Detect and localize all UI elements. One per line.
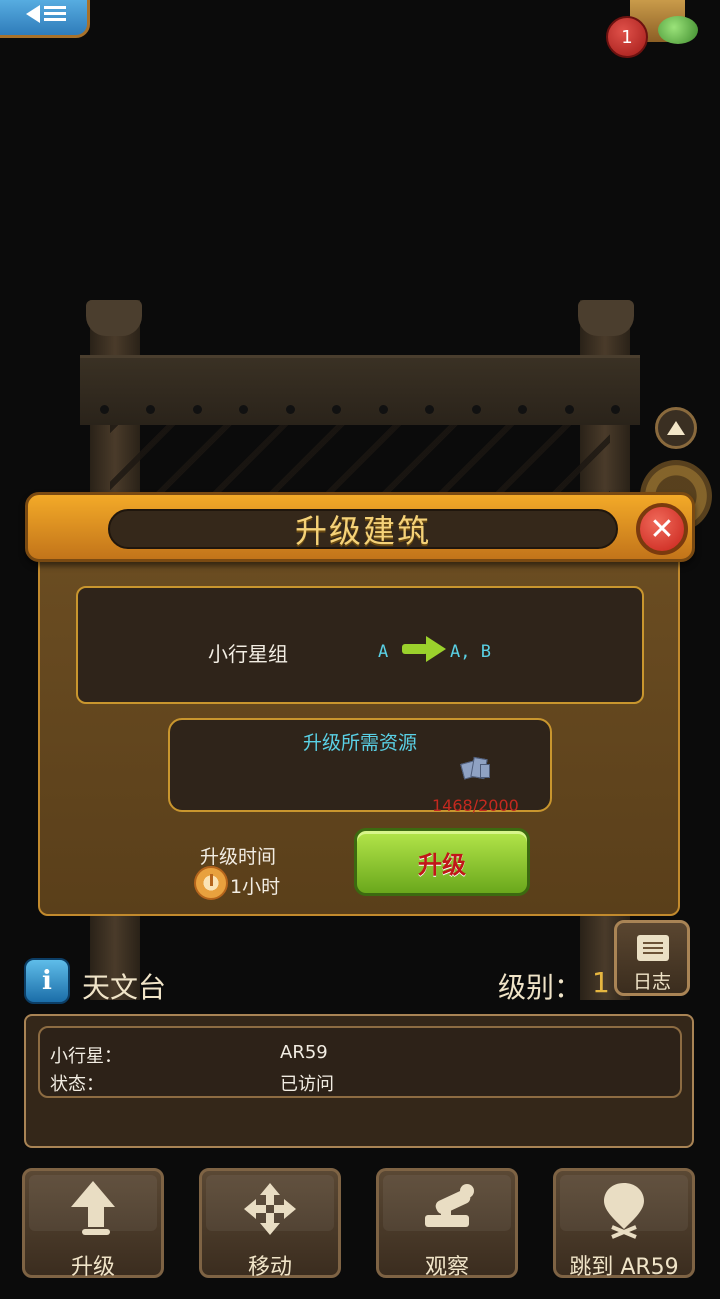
telescope-icon xyxy=(425,1184,474,1227)
clock-icon xyxy=(194,866,228,900)
dialog-title-bar: 升级建筑 xyxy=(108,509,618,550)
level-value: 1 xyxy=(592,966,610,999)
info-icon[interactable]: i xyxy=(24,958,70,1004)
log-button[interactable]: 日志 xyxy=(614,920,690,996)
status-value: 已访问 xyxy=(280,1074,334,1095)
upgrade-button[interactable]: 升级 xyxy=(354,828,530,896)
resource-count: 1468/2000 xyxy=(432,796,519,815)
back-arrow-icon xyxy=(26,5,40,23)
arrow-right-icon xyxy=(402,636,446,662)
toolbar-observe-label: 观察 xyxy=(424,1255,469,1280)
toolbar-jump-label: 跳到 AR59 xyxy=(569,1255,679,1280)
building-info-panel: 小行星： AR59 状态： 已访问 xyxy=(24,1014,694,1148)
pillar-cap-right xyxy=(578,300,634,336)
pillar-cap-left xyxy=(86,300,142,336)
toolbar-observe-button[interactable]: 观察 xyxy=(376,1168,518,1280)
toolbar-move-button[interactable]: 移动 xyxy=(199,1168,341,1280)
move-arrows-icon xyxy=(244,1183,296,1235)
dialog-header: 升级建筑 ✕ xyxy=(25,492,695,562)
upgrade-arrow-icon xyxy=(71,1181,115,1207)
toolbar-upgrade-label: 升级 xyxy=(70,1255,115,1280)
resources-panel: 升级所需资源 1468/2000 xyxy=(168,718,552,815)
toolbar-move-label: 移动 xyxy=(247,1255,292,1280)
triangle-up-icon xyxy=(667,421,685,435)
document-icon xyxy=(637,935,669,961)
log-button-label: 日志 xyxy=(632,971,671,993)
info-rows: 小行星： AR59 状态： 已访问 xyxy=(38,1026,682,1098)
building-label: 小行星组 xyxy=(208,642,288,666)
upgrade-time-label: 升级时间 xyxy=(200,846,277,868)
notification-badge: 1 xyxy=(606,16,648,58)
asteroid-label: 小行星： xyxy=(50,1046,122,1067)
upgrade-button-label: 升级 xyxy=(418,850,466,879)
close-icon: ✕ xyxy=(649,511,675,547)
level-label: 级别： xyxy=(498,971,583,1004)
toolbar-upgrade-button[interactable]: 升级 xyxy=(22,1168,164,1280)
status-label: 状态： xyxy=(50,1074,104,1095)
ore-icon xyxy=(460,756,492,782)
toolbar-jump-button[interactable]: 跳到 AR59 xyxy=(553,1168,695,1280)
scroll-up-button[interactable] xyxy=(655,407,697,449)
level-from: A xyxy=(378,642,389,662)
beam-rivets xyxy=(100,405,620,415)
menu-lines-icon xyxy=(44,6,66,22)
close-button[interactable]: ✕ xyxy=(636,503,688,555)
asteroid-value: AR59 xyxy=(280,1042,328,1063)
back-menu-button[interactable] xyxy=(0,0,90,38)
resources-title: 升级所需资源 xyxy=(302,732,417,754)
upgrade-time-value: 1小时 xyxy=(230,876,281,898)
dialog-title: 升级建筑 xyxy=(294,512,431,550)
pin-icon xyxy=(604,1183,644,1239)
building-name: 天文台 xyxy=(82,971,167,1004)
level-to: A, B xyxy=(450,642,491,662)
upgrade-info-panel: 小行星组 A A, B xyxy=(76,586,644,704)
truss xyxy=(110,425,610,500)
